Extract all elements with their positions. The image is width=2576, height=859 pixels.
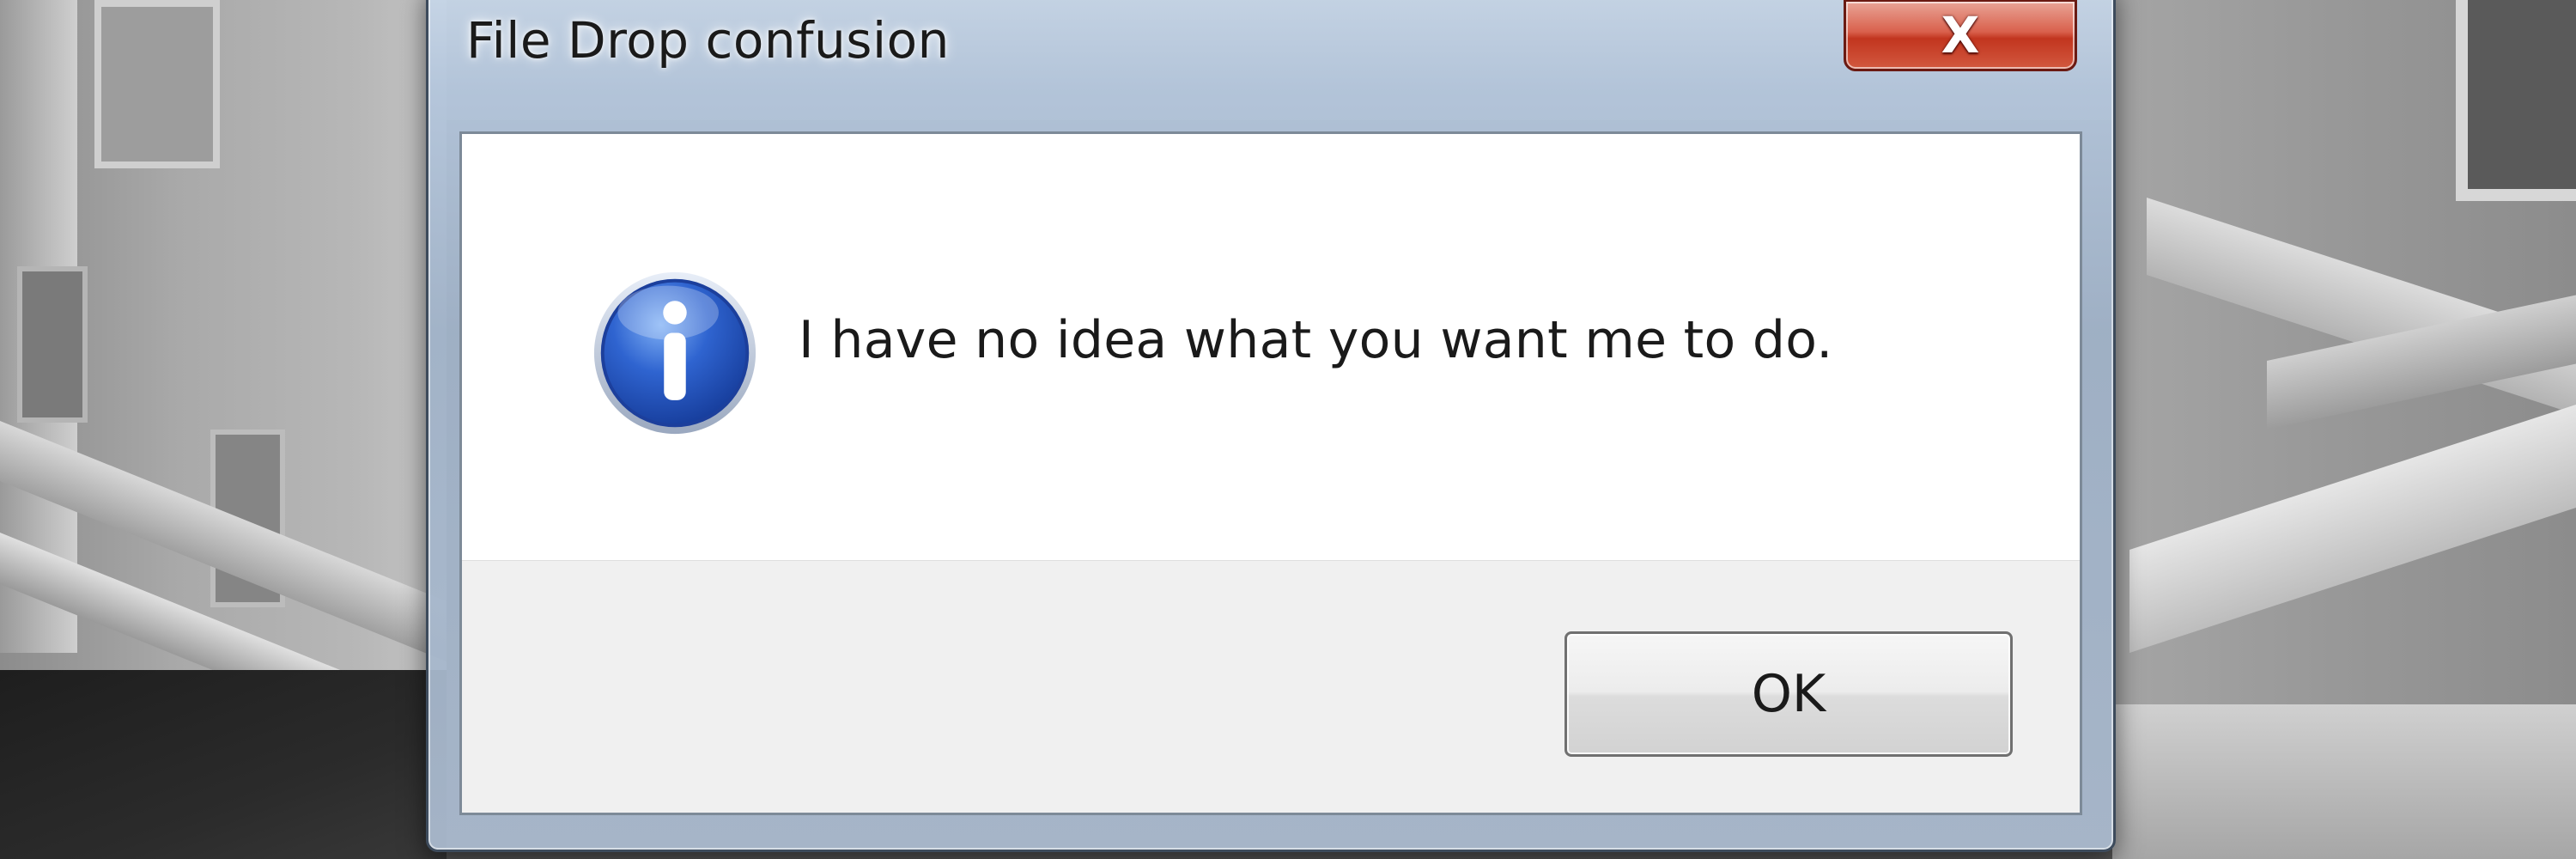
dialog-client-area: I have no idea what you want me to do. O…: [459, 131, 2082, 815]
message-text: I have no idea what you want me to do.: [799, 310, 1833, 370]
ok-button-label: OK: [1751, 664, 1826, 724]
message-dialog: File Drop confusion X I have no idea wha…: [426, 0, 2116, 852]
background-window: [94, 0, 220, 168]
close-icon: X: [1941, 6, 1980, 64]
close-button[interactable]: X: [1844, 0, 2077, 71]
background-right-floor: [2112, 704, 2576, 859]
background-window: [2456, 0, 2576, 201]
background-window: [17, 266, 88, 423]
dialog-button-bar: OK: [462, 560, 2080, 813]
dialog-titlebar[interactable]: File Drop confusion X: [428, 0, 2113, 131]
information-icon: [593, 271, 756, 435]
message-content-area: I have no idea what you want me to do.: [462, 134, 2080, 560]
dialog-title: File Drop confusion: [466, 11, 950, 70]
ok-button[interactable]: OK: [1564, 631, 2013, 757]
background-dark-floor: [0, 670, 447, 859]
